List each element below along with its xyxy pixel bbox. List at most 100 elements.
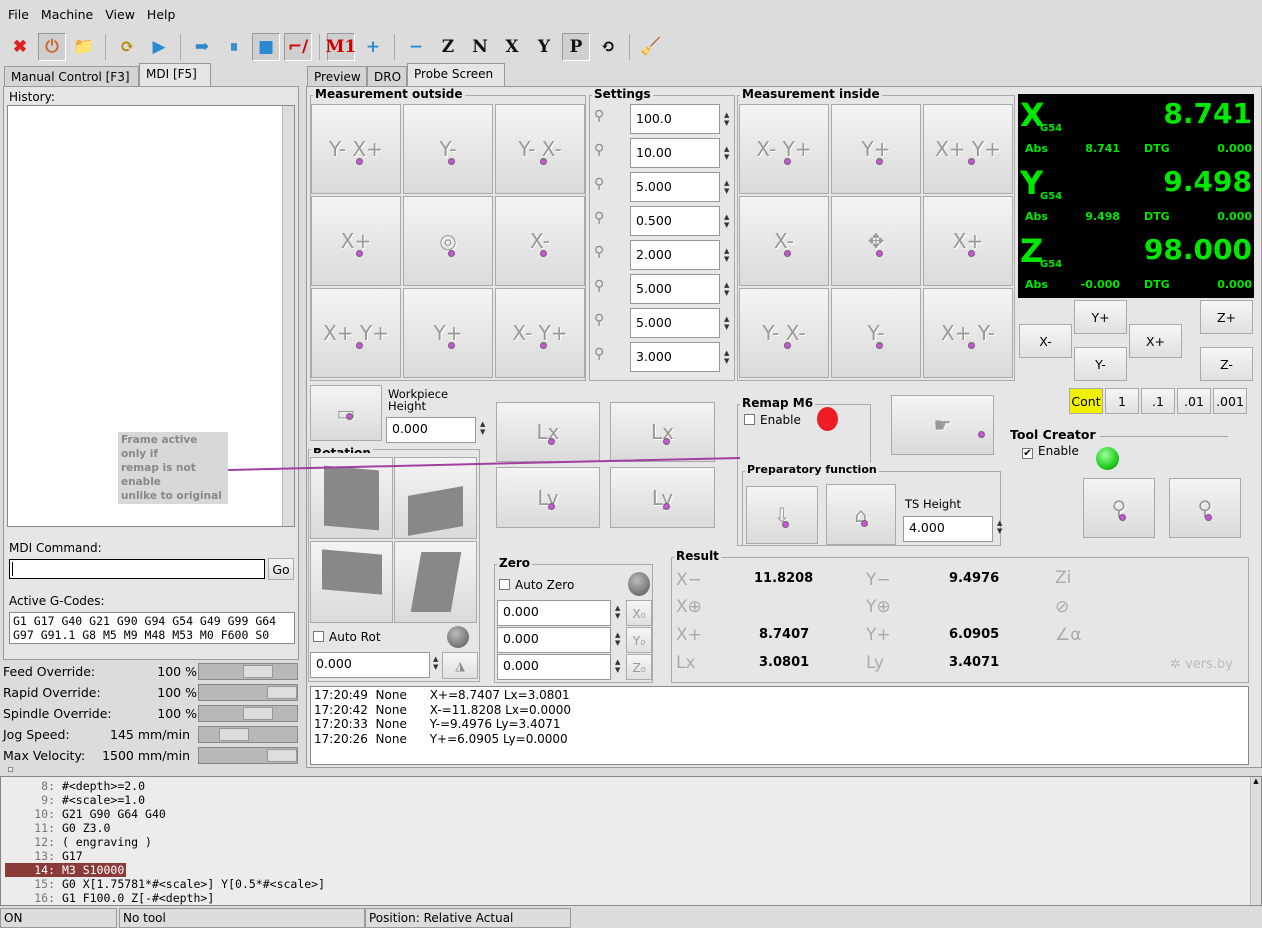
gcode-listing[interactable]: 8: #<depth>=2.0 9: #<scale>=1.0 10: G21 G9… bbox=[0, 776, 1262, 906]
spin-arrows[interactable]: ▲ ▼ bbox=[433, 655, 438, 671]
override-slider[interactable] bbox=[198, 705, 298, 722]
auto-zero-checkbox[interactable]: Auto Zero bbox=[499, 578, 574, 592]
block-delete-icon[interactable]: ⌐/ bbox=[284, 33, 312, 61]
menu-machine[interactable]: Machine bbox=[41, 7, 93, 22]
spin-arrows[interactable]: ▲ ▼ bbox=[997, 519, 1002, 535]
lx-inside-button[interactable]: Lx bbox=[496, 402, 600, 462]
increment-button[interactable]: .1 bbox=[1141, 388, 1175, 414]
rotate-view-icon[interactable]: ⟲ bbox=[594, 33, 622, 61]
zero-axis-button[interactable]: Z₀ bbox=[626, 654, 652, 680]
spin-arrows[interactable]: ▲ ▼ bbox=[724, 281, 729, 297]
rotation-button-4[interactable] bbox=[394, 541, 477, 623]
ly-outside-button[interactable]: Ly bbox=[610, 467, 715, 528]
outside-button-4[interactable]: X+ bbox=[311, 196, 401, 286]
go-button[interactable]: Go bbox=[268, 558, 294, 580]
gcode-line[interactable]: 10: G21 G90 G64 G40 bbox=[5, 807, 168, 821]
zoom-out-icon[interactable]: − bbox=[402, 33, 430, 61]
setting-input[interactable]: 10.00 bbox=[630, 138, 720, 168]
ly-inside-button[interactable]: Ly bbox=[496, 467, 600, 528]
tab-manual-control[interactable]: Manual Control [F3] bbox=[4, 66, 139, 87]
spin-arrows[interactable]: ▲ ▼ bbox=[724, 179, 729, 195]
remap-enable-checkbox[interactable]: Enable bbox=[744, 413, 801, 427]
workpiece-height-input[interactable]: 0.000 bbox=[386, 417, 476, 443]
setting-input[interactable]: 0.500 bbox=[630, 206, 720, 236]
outside-button-6[interactable]: X- bbox=[495, 196, 585, 286]
tool-creator-button-2[interactable]: ⚲ bbox=[1169, 478, 1241, 538]
override-slider[interactable] bbox=[198, 663, 298, 680]
spin-arrows[interactable]: ▲ ▼ bbox=[724, 349, 729, 365]
run-icon[interactable]: ▶ bbox=[145, 33, 173, 61]
setting-input[interactable]: 5.000 bbox=[630, 274, 720, 304]
inside-button-8[interactable]: Y- bbox=[831, 288, 921, 378]
tab-probe-screen[interactable]: Probe Screen bbox=[407, 63, 505, 87]
tool-creator-enable-checkbox[interactable]: ✔ Enable bbox=[1022, 444, 1079, 459]
zero-axis-button[interactable]: X₀ bbox=[626, 600, 652, 626]
inside-button-4[interactable]: X- bbox=[739, 196, 829, 286]
tab-preview[interactable]: Preview bbox=[307, 66, 367, 87]
spin-arrows[interactable]: ▲ ▼ bbox=[724, 315, 729, 331]
auto-rot-checkbox[interactable]: Auto Rot bbox=[313, 630, 381, 644]
view-z-icon[interactable]: Z bbox=[434, 33, 462, 61]
clear-plot-icon[interactable]: 🧹 bbox=[637, 33, 665, 61]
gcode-scrollbar[interactable]: ▲ bbox=[1250, 777, 1261, 905]
gcode-line[interactable]: 16: G1 F100.0 Z[-#<depth>] bbox=[5, 891, 216, 905]
zero-input[interactable]: 0.000 bbox=[497, 600, 611, 626]
tool-creator-button-1[interactable]: ⚲ bbox=[1083, 478, 1155, 538]
override-slider[interactable] bbox=[198, 684, 298, 701]
spin-arrows[interactable]: ▲ ▼ bbox=[615, 658, 620, 674]
gcode-line[interactable]: 13: G17 bbox=[5, 849, 85, 863]
prep-probe-down-button[interactable]: ⇩ bbox=[746, 486, 818, 544]
zero-input[interactable]: 0.000 bbox=[497, 627, 611, 653]
jog-xp-button[interactable]: X+ bbox=[1129, 324, 1182, 358]
setting-input[interactable]: 5.000 bbox=[630, 172, 720, 202]
rotation-button-2[interactable] bbox=[394, 457, 477, 539]
power-icon[interactable]: ⏻ bbox=[38, 33, 66, 61]
increment-button[interactable]: 1 bbox=[1105, 388, 1139, 414]
jog-xm-button[interactable]: X- bbox=[1019, 324, 1072, 358]
outside-button-2[interactable]: Y- bbox=[403, 104, 493, 194]
slider-thumb[interactable] bbox=[267, 686, 297, 699]
zero-axis-button[interactable]: Y₀ bbox=[626, 627, 652, 653]
outside-button-9[interactable]: X- Y+ bbox=[495, 288, 585, 378]
gcode-line[interactable]: 12: ( engraving ) bbox=[5, 835, 154, 849]
rotation-input[interactable]: 0.000 bbox=[310, 652, 430, 678]
view-y-icon[interactable]: Y bbox=[530, 33, 558, 61]
rotation-button-1[interactable] bbox=[310, 457, 393, 539]
setting-input[interactable]: 2.000 bbox=[630, 240, 720, 270]
gcode-line[interactable]: 11: G0 Z3.0 bbox=[5, 821, 112, 835]
jog-ym-button[interactable]: Y- bbox=[1074, 347, 1127, 381]
step-icon[interactable]: ➡ bbox=[188, 33, 216, 61]
inside-button-5[interactable]: ✥ bbox=[831, 196, 921, 286]
jog-yp-button[interactable]: Y+ bbox=[1074, 300, 1127, 334]
estop-icon[interactable]: ✖ bbox=[6, 33, 34, 61]
mdi-command-input[interactable] bbox=[9, 559, 265, 579]
slider-thumb[interactable] bbox=[219, 728, 250, 741]
spin-arrows[interactable]: ▲ ▼ bbox=[724, 213, 729, 229]
history-scrollbar[interactable] bbox=[282, 106, 294, 526]
jog-zm-button[interactable]: Z- bbox=[1200, 347, 1253, 381]
inside-button-3[interactable]: X+ Y+ bbox=[923, 104, 1013, 194]
tab-mdi[interactable]: MDI [F5] bbox=[139, 63, 211, 87]
spin-arrows[interactable]: ▲ ▼ bbox=[724, 111, 729, 127]
optional-stop-icon[interactable]: M1 bbox=[326, 33, 356, 61]
outside-button-7[interactable]: X+ Y+ bbox=[311, 288, 401, 378]
gcode-line[interactable]: 15: G0 X[1.75781*#<scale>] Y[0.5*#<scale… bbox=[5, 877, 327, 891]
lx-outside-button[interactable]: Lx bbox=[610, 402, 715, 462]
view-x-icon[interactable]: X bbox=[498, 33, 526, 61]
inside-button-1[interactable]: X- Y+ bbox=[739, 104, 829, 194]
menu-file[interactable]: File bbox=[8, 7, 29, 22]
menu-view[interactable]: View bbox=[105, 7, 135, 22]
prep-tool-setter-button[interactable]: ⌂ bbox=[826, 484, 896, 545]
inside-button-6[interactable]: X+ bbox=[923, 196, 1013, 286]
outside-button-8[interactable]: Y+ bbox=[403, 288, 493, 378]
menu-help[interactable]: Help bbox=[147, 7, 176, 22]
gcode-line[interactable]: 14: M3 S10000 bbox=[5, 863, 127, 877]
hand-probe-button[interactable]: ☛ bbox=[891, 395, 994, 455]
setting-input[interactable]: 3.000 bbox=[630, 342, 720, 372]
outside-button-1[interactable]: Y- X+ bbox=[311, 104, 401, 194]
spin-arrows[interactable]: ▲ ▼ bbox=[724, 145, 729, 161]
ts-height-input[interactable]: 4.000 bbox=[903, 516, 993, 542]
rotation-button-3[interactable] bbox=[310, 541, 393, 623]
view-z2-icon[interactable]: N bbox=[466, 33, 494, 61]
stop-icon[interactable]: ■ bbox=[252, 33, 280, 61]
